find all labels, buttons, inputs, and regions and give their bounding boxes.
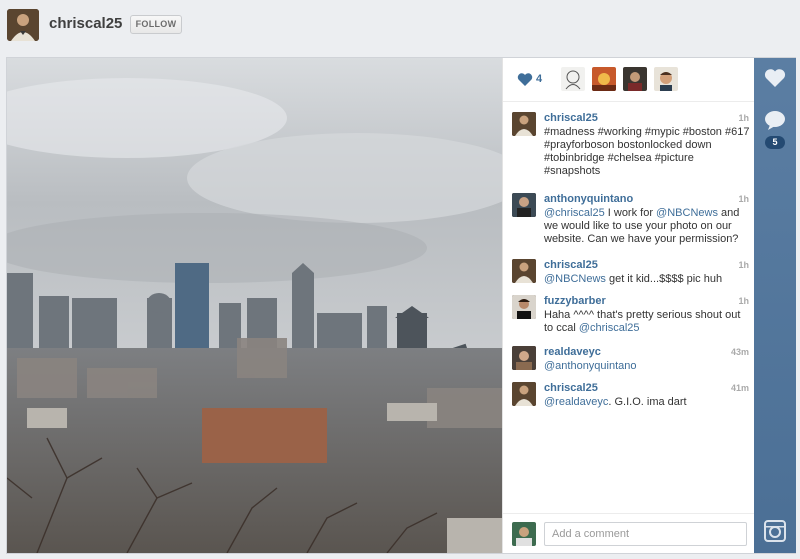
comment-composer <box>503 513 755 553</box>
comment-text: @chriscal25 I work for @NBCNews and we w… <box>544 207 750 246</box>
comment-text-part: I work for <box>604 207 657 219</box>
comment-avatar[interactable] <box>512 295 536 319</box>
comment-text-part: Haha ^^^^ that's pretty serious shout ou… <box>544 309 741 334</box>
comment-author[interactable]: anthonyquintano <box>544 193 633 205</box>
profile-header: chriscal25 FOLLOW <box>0 0 800 50</box>
comment-author[interactable]: realdaveyc <box>544 346 601 358</box>
comments-panel: 4 chriscal25 1h #madness #working #mypic… <box>502 58 755 553</box>
comment-time: 41m <box>730 383 749 393</box>
like-button[interactable] <box>754 68 796 91</box>
comment-input[interactable] <box>544 522 747 546</box>
comment-button[interactable] <box>754 110 796 133</box>
follow-button[interactable]: FOLLOW <box>130 15 182 34</box>
liker-avatar[interactable] <box>561 67 585 91</box>
mention-link[interactable]: @anthonyquintano <box>544 360 637 372</box>
liker-avatar[interactable] <box>654 67 678 91</box>
mention-link[interactable]: @NBCNews <box>544 273 606 285</box>
mention-link[interactable]: @chriscal25 <box>579 322 640 334</box>
comment-author[interactable]: chriscal25 <box>544 112 598 124</box>
comment-text: Haha ^^^^ that's pretty serious shout ou… <box>544 309 750 335</box>
mention-link[interactable]: @NBCNews <box>656 207 718 219</box>
mention-link[interactable]: @realdaveyc <box>544 396 608 408</box>
liker-avatar[interactable] <box>623 67 647 91</box>
comment-author[interactable]: chriscal25 <box>544 382 598 394</box>
heart-icon[interactable] <box>517 73 533 90</box>
action-rail: 5 <box>754 58 796 553</box>
comment-time: 1h <box>738 194 749 204</box>
comment-text: #madness #working #mypic #boston #617 #p… <box>544 126 750 178</box>
comment-text-part: . G.I.O. ima dart <box>608 396 687 408</box>
camera-icon <box>764 520 786 542</box>
mention-link[interactable]: @chriscal25 <box>544 207 605 219</box>
camera-button[interactable] <box>754 520 796 545</box>
comment-text: @NBCNews get it kid...$$$$ pic huh <box>544 273 750 286</box>
comment-avatar[interactable] <box>512 193 536 217</box>
comment-author[interactable]: chriscal25 <box>544 259 598 271</box>
comment-time: 1h <box>738 113 749 123</box>
comment-text-part: get it kid...$$$$ pic huh <box>605 273 723 285</box>
like-count[interactable]: 4 <box>536 73 542 85</box>
post-photo[interactable] <box>7 58 502 553</box>
user-avatar[interactable] <box>7 9 39 41</box>
comment-author[interactable]: fuzzybarber <box>544 295 606 307</box>
comment-avatar[interactable] <box>512 259 536 283</box>
comment-count-badge: 5 <box>765 136 785 149</box>
liker-avatar[interactable] <box>592 67 616 91</box>
comment-avatar[interactable] <box>512 112 536 136</box>
comment-time: 1h <box>738 296 749 306</box>
comment-avatar[interactable] <box>512 382 536 406</box>
comment-time: 43m <box>730 347 749 357</box>
likes-bar: 4 <box>503 58 754 102</box>
current-user-avatar <box>512 522 536 546</box>
comment-text-part: #madness #working #mypic #boston #617 #p… <box>544 126 750 177</box>
comment-text: @anthonyquintano <box>544 360 750 373</box>
post-card: 4 chriscal25 1h #madness #working #mypic… <box>6 57 796 554</box>
username[interactable]: chriscal25 <box>49 15 122 32</box>
comment-time: 1h <box>738 260 749 270</box>
speech-bubble-icon <box>765 111 785 130</box>
comment-text: @realdaveyc. G.I.O. ima dart <box>544 396 750 409</box>
comment-avatar[interactable] <box>512 346 536 370</box>
heart-icon <box>764 69 786 87</box>
